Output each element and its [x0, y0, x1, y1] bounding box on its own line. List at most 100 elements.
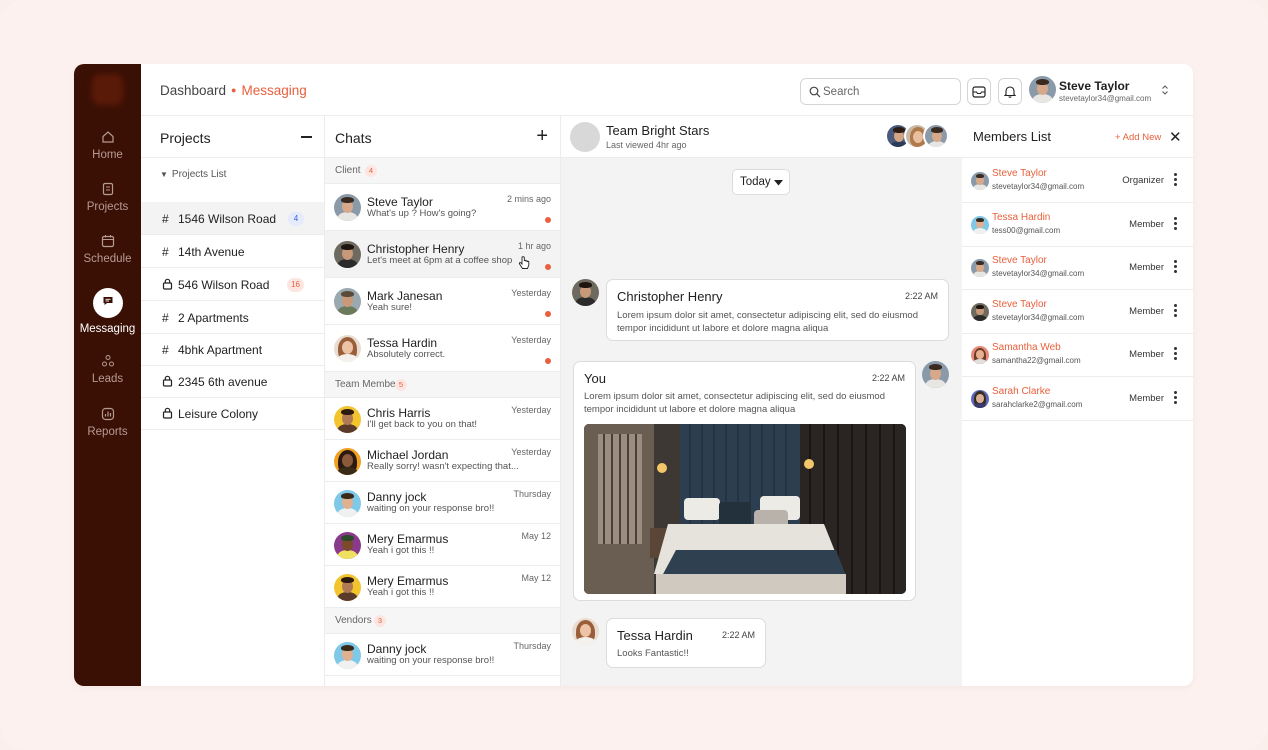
chat-item[interactable]: Danny jock waiting on your response bro!!…: [325, 634, 560, 676]
project-item[interactable]: Leisure Colony: [141, 397, 324, 430]
member-item[interactable]: Steve Taylor stevetaylor34@gmail.com Membe…: [962, 290, 1193, 334]
members-panel: Members List + Add New ✕ Steve Taylor ste…: [962, 116, 1193, 686]
member-item[interactable]: Tessa Hardin tess00@gmail.com Member: [962, 203, 1193, 247]
hash-icon: #: [162, 311, 169, 325]
chat-time: Yesterday: [511, 288, 551, 298]
sidebar-item-home[interactable]: Home: [74, 130, 141, 161]
message-sender: Christopher Henry: [617, 289, 723, 304]
sidebar-item-reports[interactable]: Reports: [74, 407, 141, 438]
project-item[interactable]: #4bhk Apartment: [141, 333, 324, 366]
chat-time: 1 hr ago: [517, 241, 551, 251]
lock-icon: [162, 407, 173, 422]
caret-down-icon: ▼: [160, 170, 168, 179]
chat-name: Mark Janesan: [367, 289, 443, 303]
search-box[interactable]: [800, 78, 961, 105]
chat-name: Steve Taylor: [367, 195, 433, 209]
sidebar: Home Projects Schedule Messaging Leads R…: [74, 64, 141, 686]
avatar: [971, 302, 989, 321]
chat-item[interactable]: Christopher Henry Let's meet at 6pm at a …: [325, 231, 560, 278]
chat-item[interactable]: Mark Janesan Yeah sure! Yesterday: [325, 278, 560, 325]
avatar: [922, 361, 949, 388]
sidebar-item-label: Schedule: [83, 253, 132, 265]
chat-section-header: Vendors 3: [325, 608, 560, 634]
member-email: stevetaylor34@gmail.com: [992, 312, 1085, 322]
close-icon[interactable]: ✕: [1169, 128, 1182, 146]
chats-panel: Chats + Client 4 Steve Taylor What's up ? …: [325, 116, 561, 686]
chat-preview: Really sorry! wasn't expecting that...: [367, 461, 519, 472]
breadcrumb-dashboard[interactable]: Dashboard: [160, 83, 226, 98]
member-name: Tessa Hardin: [992, 211, 1051, 223]
inbox-button[interactable]: [967, 78, 991, 105]
chat-item[interactable]: Steve Taylor What's up ? How's going? 2 mi…: [325, 184, 560, 231]
chat-item[interactable]: Mery Emarmus Yeah i got this !! May 12: [325, 566, 560, 608]
section-title: Client: [335, 165, 361, 176]
more-options-icon[interactable]: [1173, 391, 1177, 405]
conversation-panel: Team Bright Stars Last viewed 4hr ago To…: [561, 116, 962, 686]
project-item[interactable]: #2 Apartments: [141, 301, 324, 334]
more-options-icon[interactable]: [1173, 216, 1177, 231]
project-item[interactable]: #14th Avenue: [141, 235, 324, 268]
member-name: Sarah Clarke: [992, 386, 1051, 397]
projects-list-toggle[interactable]: ▼ Projects List: [160, 169, 226, 180]
section-count: 4: [365, 165, 377, 177]
chat-item[interactable]: Danny jock waiting on your response bro!!…: [325, 482, 560, 524]
chat-section-header: Team Members 5: [325, 372, 560, 398]
projects-header: Projects: [141, 116, 324, 158]
projects-title: Projects: [160, 130, 211, 146]
chat-item[interactable]: Michael Jordan Really sorry! wasn't expec…: [325, 440, 560, 482]
hash-icon: #: [162, 245, 169, 259]
chat-preview: Yeah i got this !!: [367, 545, 435, 556]
avatar: [971, 172, 989, 190]
add-member-button[interactable]: + Add New: [1115, 132, 1161, 143]
message-sender: Tessa Hardin: [617, 628, 693, 643]
leads-icon: [101, 355, 114, 367]
date-filter-dropdown[interactable]: Today: [732, 169, 790, 195]
project-item[interactable]: 546 Wilson Road 16: [141, 268, 324, 301]
date-filter-label: Today: [740, 176, 771, 188]
chat-item[interactable]: Chris Harris I'll get back to you on that…: [325, 398, 560, 440]
conversation-header: Team Bright Stars Last viewed 4hr ago: [561, 116, 962, 158]
chat-section-header: Client 4: [325, 158, 560, 184]
sidebar-item-projects[interactable]: Projects: [74, 182, 141, 213]
more-options-icon[interactable]: [1173, 260, 1177, 274]
member-item[interactable]: Steve Taylor stevetaylor34@gmail.com Organ…: [962, 159, 1193, 203]
member-email: sarahclarke2@gmail.com: [992, 400, 1083, 409]
chat-item[interactable]: Tessa Hardin Absolutely correct. Yesterday: [325, 325, 560, 372]
chat-time: Thursday: [513, 489, 551, 499]
sidebar-item-messaging[interactable]: Messaging: [74, 288, 141, 335]
chat-item[interactable]: Mery Emarmus Yeah i got this !! May 12: [325, 524, 560, 566]
avatar: [334, 532, 361, 559]
message-time: 2:22 AM: [871, 373, 905, 383]
collapse-icon[interactable]: [301, 136, 312, 138]
search-input[interactable]: [823, 83, 953, 101]
member-item[interactable]: Sarah Clarke sarahclarke2@gmail.com Member: [962, 377, 1193, 421]
unread-dot: [545, 358, 551, 364]
member-item[interactable]: Steve Taylor stevetaylor34@gmail.com Membe…: [962, 246, 1193, 291]
member-role: Member: [1129, 349, 1164, 361]
project-item[interactable]: #1546 Wilson Road 4: [141, 202, 324, 235]
more-options-icon[interactable]: [1173, 173, 1177, 187]
avatar: [334, 335, 361, 362]
group-name: Team Bright Stars: [606, 123, 710, 138]
member-item[interactable]: Samantha Web samantha22@gmail.com Member: [962, 333, 1193, 378]
notifications-button[interactable]: [998, 78, 1022, 105]
avatar: [334, 241, 361, 268]
bedroom-photo[interactable]: [584, 424, 906, 594]
project-item[interactable]: 2345 6th avenue: [141, 365, 324, 398]
add-chat-button[interactable]: +: [536, 126, 548, 146]
chat-name: Chris Harris: [367, 406, 431, 420]
avatar: [923, 123, 949, 149]
sidebar-item-leads[interactable]: Leads: [74, 354, 141, 385]
calendar-icon: [101, 235, 114, 248]
project-name: 4bhk Apartment: [178, 343, 263, 357]
more-options-icon[interactable]: [1173, 303, 1177, 318]
sidebar-item-schedule[interactable]: Schedule: [74, 234, 141, 265]
chat-name: Michael Jordan: [367, 448, 449, 462]
user-menu[interactable]: Steve Taylor stevetaylor34@gmail.com: [1029, 76, 1189, 106]
chat-name: Mery Emarmus: [367, 532, 449, 546]
chat-preview: waiting on your response bro!!: [367, 503, 495, 514]
avatar: [971, 259, 989, 278]
message-bubble: Christopher Henry 2:22 AM Lorem ipsum do…: [606, 279, 949, 341]
more-options-icon[interactable]: [1173, 347, 1177, 361]
chat-name: Tessa Hardin: [367, 336, 438, 350]
